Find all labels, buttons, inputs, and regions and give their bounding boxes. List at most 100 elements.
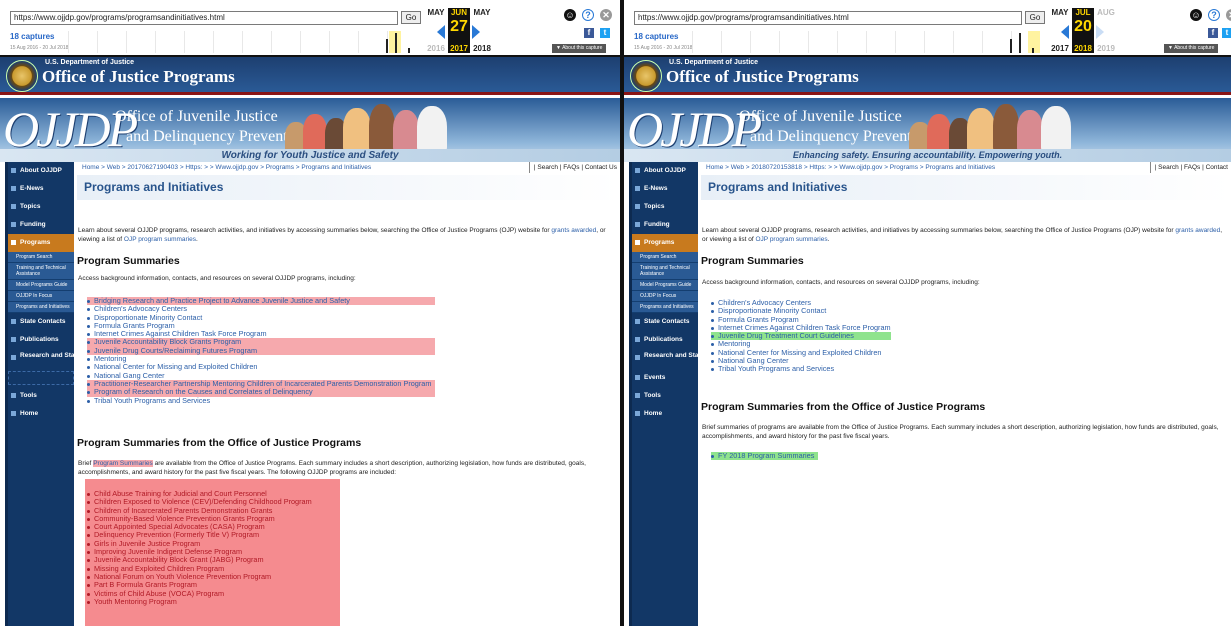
prev-capture-arrow-icon[interactable] [437, 25, 445, 39]
wayback-url-input[interactable]: https://www.ojjdp.gov/programs/programsa… [634, 11, 1022, 25]
wayback-url-input[interactable]: https://www.ojjdp.gov/programs/programsa… [10, 11, 398, 25]
nav-events[interactable]: Events [632, 369, 698, 387]
nav-home[interactable]: Home [8, 405, 74, 423]
banner-line-1: Office of Juvenile Justice [115, 108, 278, 125]
program-summaries-link[interactable]: Program Summaries [93, 460, 153, 467]
wayback-go-button[interactable]: Go [1025, 11, 1045, 24]
nav-programs[interactable]: Programs [8, 234, 74, 252]
about-capture-button[interactable]: ▼ About this capture [552, 44, 607, 53]
next-year-label[interactable]: 2018 [471, 44, 493, 53]
nav-about[interactable]: About OJJDP [632, 162, 698, 180]
close-icon[interactable]: ✕ [600, 9, 612, 21]
twitter-icon[interactable]: t [1222, 28, 1231, 38]
nav-enews[interactable]: E-News [8, 180, 74, 198]
prev-year-label[interactable]: 2016 [425, 44, 447, 53]
ojp-header: U.S. Department of Justice Office of Jus… [624, 57, 1231, 95]
nav-tools[interactable]: Tools [632, 387, 698, 405]
capture-sparkline[interactable] [68, 31, 416, 53]
prev-year-label[interactable]: 2017 [1049, 44, 1071, 53]
breadcrumb: Home > Web > 20170627190403 > Https: > >… [77, 162, 620, 173]
prev-month-label[interactable]: MAY [1049, 8, 1071, 18]
next-month-label[interactable]: AUG [1095, 8, 1117, 18]
photo-figure [927, 114, 951, 152]
banner-line-1: Office of Juvenile Justice [739, 108, 902, 125]
close-icon[interactable]: ✕ [1226, 9, 1231, 21]
doj-seal-icon[interactable] [630, 60, 662, 92]
subnav-program-search[interactable]: Program Search [632, 252, 698, 263]
utility-links[interactable]: | Search | FAQs | Contact [1149, 162, 1228, 173]
nav-research[interactable]: Research and Statistics [8, 349, 93, 369]
ojp-title[interactable]: Office of Justice Programs [42, 67, 235, 87]
wayback-go-button[interactable]: Go [401, 11, 421, 24]
utility-links[interactable]: | Search | FAQs | Contact Us [528, 162, 617, 173]
nav-state-contacts[interactable]: State Contacts [8, 313, 74, 331]
grants-awarded-link[interactable]: grants awarded [551, 227, 596, 234]
help-icon[interactable]: ? [582, 9, 594, 21]
subnav-model-programs[interactable]: Model Programs Guide [8, 280, 74, 291]
program-link[interactable]: Tribal Youth Programs and Services [87, 396, 431, 405]
prev-capture-arrow-icon[interactable] [1061, 25, 1069, 39]
wayback-icon-group: ☺ ? ✕ [564, 9, 614, 21]
program-list: Bridging Research and Practice Project t… [87, 296, 436, 405]
user-icon[interactable]: ☺ [564, 9, 576, 21]
next-capture-arrow-icon[interactable] [472, 25, 480, 39]
left-nav: About OJJDP E-News Topics Funding Progra… [629, 162, 717, 626]
facebook-icon[interactable]: f [1208, 28, 1218, 38]
subnav-programs-initiatives[interactable]: Programs and Initiatives [8, 302, 74, 313]
grants-awarded-link[interactable]: grants awarded [1175, 227, 1220, 234]
nav-funding[interactable]: Funding [632, 216, 698, 234]
next-capture-arrow-icon [1096, 25, 1104, 39]
nav-funding[interactable]: Funding [8, 216, 74, 234]
nav-publications[interactable]: Publications [8, 331, 74, 349]
captures-link[interactable]: 18 captures [634, 32, 678, 41]
nav-tools[interactable]: Tools [8, 387, 74, 405]
banner-line-2: and Delinquency Prevention [750, 128, 933, 145]
prev-month-label[interactable]: MAY [425, 8, 447, 18]
fy-summaries-link[interactable]: FY 2018 Program Summaries [711, 451, 819, 461]
nav-research[interactable]: Research and Statistics [632, 349, 717, 369]
captures-link[interactable]: 18 captures [10, 32, 54, 41]
twitter-icon[interactable]: t [600, 28, 610, 38]
next-year-label[interactable]: 2019 [1095, 44, 1117, 53]
nav-topics[interactable]: Topics [632, 198, 698, 216]
intro-text: Learn about several OJJDP programs, rese… [702, 227, 1174, 234]
breadcrumb-trail[interactable]: Home > Web > 20180720153818 > Https: > >… [706, 164, 995, 171]
fy-list: FY 2018 Program Summaries [711, 451, 819, 461]
next-month-label[interactable]: MAY [471, 8, 493, 18]
facebook-icon[interactable]: f [584, 28, 594, 38]
breadcrumb-trail[interactable]: Home > Web > 20170627190403 > Https: > >… [82, 164, 371, 171]
help-icon[interactable]: ? [1208, 9, 1220, 21]
subnav-model-programs[interactable]: Model Programs Guide [632, 280, 698, 291]
subnav-training[interactable]: Training and Technical Assistance [8, 263, 74, 280]
wayback-calendar: MAY JUL AUG 20 2017 2018 2019 [1049, 8, 1121, 53]
doj-seal-icon[interactable] [6, 60, 38, 92]
nav-publications[interactable]: Publications [632, 331, 698, 349]
ojp-program-link[interactable]: Youth Mentoring Program [87, 597, 312, 606]
nav-state-contacts[interactable]: State Contacts [632, 313, 698, 331]
nav-enews[interactable]: E-News [632, 180, 698, 198]
nav-home[interactable]: Home [632, 405, 698, 423]
ojp-title[interactable]: Office of Justice Programs [666, 67, 859, 87]
nav-topics[interactable]: Topics [8, 198, 74, 216]
subnav-programs-initiatives[interactable]: Programs and Initiatives [632, 302, 698, 313]
capture-sparkline[interactable] [692, 31, 1040, 53]
subnav-program-search[interactable]: Program Search [8, 252, 74, 263]
user-icon[interactable]: ☺ [1190, 9, 1202, 21]
intro-end-text: . [196, 235, 198, 243]
about-capture-button[interactable]: ▼ About this capture [1164, 44, 1219, 53]
sparkline-bar [395, 33, 397, 53]
program-link[interactable]: Juvenile Drug Courts/Reclaiming Futures … [87, 346, 436, 356]
left-snapshot-pane: https://www.ojjdp.gov/programs/programsa… [0, 0, 620, 626]
subnav-training[interactable]: Training and Technical Assistance [632, 263, 698, 280]
sparkline-bar [386, 39, 388, 53]
subnav-in-focus[interactable]: OJJDP In Focus [632, 291, 698, 302]
program-link[interactable]: Tribal Youth Programs and Services [711, 365, 891, 373]
subnav-in-focus[interactable]: OJJDP In Focus [8, 291, 74, 302]
capture-day: 20 [1074, 18, 1092, 35]
sparkline-highlight [1028, 31, 1040, 53]
ojp-summaries-link[interactable]: OJP program summaries [124, 236, 196, 243]
ojp-summaries-link[interactable]: OJP program summaries [755, 236, 827, 243]
nav-about[interactable]: About OJJDP [8, 162, 74, 180]
sparkline-bar [1019, 33, 1021, 53]
nav-programs[interactable]: Programs [632, 234, 698, 252]
